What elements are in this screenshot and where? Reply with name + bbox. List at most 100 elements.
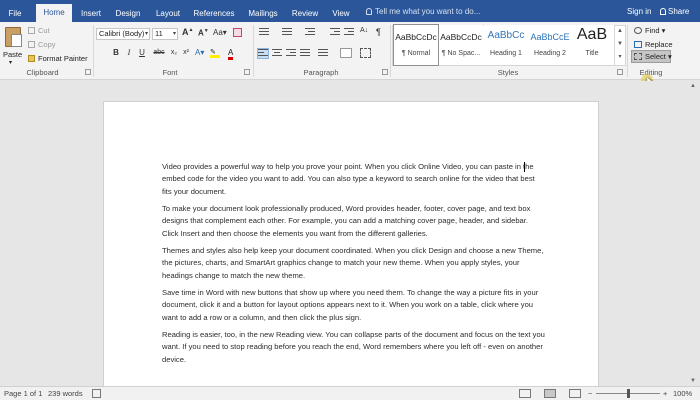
replace-label: Replace xyxy=(645,40,673,49)
paragraph-text: Themes and styles also help keep your do… xyxy=(162,246,544,280)
align-left-icon[interactable] xyxy=(257,48,269,59)
paragraph-text: Save time in Word with new buttons that … xyxy=(162,288,539,322)
clear-formatting-icon[interactable] xyxy=(233,28,242,37)
style-heading-1[interactable]: AaBbCc Heading 1 xyxy=(484,25,528,65)
gallery-more-icon[interactable]: ▾ xyxy=(615,51,625,64)
tell-me-box[interactable]: Tell me what you want to do... xyxy=(366,5,480,19)
tab-mailings[interactable]: Mailings xyxy=(244,5,282,22)
zoom-in-button[interactable]: + xyxy=(663,387,667,400)
paragraph-text: To make your document look professionall… xyxy=(162,204,531,238)
sign-in-link[interactable]: Sign in xyxy=(627,5,651,19)
share-button[interactable]: Share xyxy=(660,5,689,19)
style-name: Title xyxy=(585,50,599,57)
subscript-button[interactable]: x₂ xyxy=(168,47,180,59)
replace-button[interactable]: Replace xyxy=(634,39,673,50)
style-normal[interactable]: AaBbCcDc ¶ Normal xyxy=(393,24,439,66)
read-mode-icon[interactable] xyxy=(519,389,531,398)
style-sample: AaB xyxy=(576,26,608,43)
format-painter-label: Format Painter xyxy=(38,54,88,63)
sort-icon[interactable]: A↓ xyxy=(360,27,368,34)
bold-button[interactable]: B xyxy=(111,47,121,59)
style-sample: AaBbCcDc xyxy=(440,32,482,42)
find-button[interactable]: Find ▾ xyxy=(634,25,665,36)
styles-launcher-icon[interactable] xyxy=(617,69,623,75)
decrease-indent-icon[interactable] xyxy=(330,28,340,37)
shading-icon[interactable] xyxy=(340,48,352,58)
style-heading-2[interactable]: AaBbCcE Heading 2 xyxy=(528,25,572,65)
style-sample: AaBbCcE xyxy=(530,32,570,42)
word-count[interactable]: 239 words xyxy=(48,387,83,400)
line-spacing-icon[interactable] xyxy=(318,49,328,58)
font-launcher-icon[interactable] xyxy=(244,69,250,75)
increase-indent-icon[interactable] xyxy=(344,28,354,37)
lightbulb-icon xyxy=(366,8,372,15)
text-effects-icon[interactable]: A▾ xyxy=(195,48,204,57)
change-case-icon[interactable]: Aa▾ xyxy=(213,28,227,37)
align-right-icon[interactable] xyxy=(286,49,296,58)
group-divider xyxy=(93,25,94,77)
shrink-font-icon[interactable]: A▼ xyxy=(198,28,209,38)
web-layout-icon[interactable] xyxy=(569,389,581,398)
document-paragraph[interactable]: Reading is easier, too, in the new Readi… xyxy=(162,329,546,366)
document-paragraph[interactable]: Save time in Word with new buttons that … xyxy=(162,287,546,324)
bullets-icon[interactable] xyxy=(259,28,269,37)
copy-button[interactable]: Copy xyxy=(28,39,56,50)
proofing-icon[interactable] xyxy=(92,389,101,398)
zoom-slider-thumb[interactable] xyxy=(627,389,630,398)
tab-view[interactable]: View xyxy=(328,5,354,22)
font-size-combo[interactable]: 11 ▾ xyxy=(152,28,178,40)
styles-group-label: Styles xyxy=(497,68,519,77)
tab-review[interactable]: Review xyxy=(288,5,322,22)
style-no-spacing[interactable]: AaBbCcDc ¶ No Spac... xyxy=(439,25,483,65)
italic-button[interactable]: I xyxy=(124,47,134,59)
tab-layout[interactable]: Layout xyxy=(151,5,185,22)
zoom-level[interactable]: 100% xyxy=(673,387,692,400)
paragraph-launcher-icon[interactable] xyxy=(382,69,388,75)
multilevel-list-icon[interactable] xyxy=(305,28,315,37)
paintbrush-icon xyxy=(28,55,35,62)
font-color-icon[interactable]: A xyxy=(228,48,234,60)
group-divider xyxy=(390,25,391,77)
gallery-up-icon[interactable]: ▲ xyxy=(615,25,625,38)
tab-insert[interactable]: Insert xyxy=(76,5,106,22)
cut-button[interactable]: Cut xyxy=(28,25,50,36)
print-layout-icon[interactable] xyxy=(544,389,556,398)
paste-icon[interactable] xyxy=(5,27,22,47)
gallery-down-icon[interactable]: ▼ xyxy=(615,38,625,51)
numbering-icon[interactable] xyxy=(282,28,292,37)
clipboard-launcher-icon[interactable] xyxy=(85,69,91,75)
underline-button[interactable]: U xyxy=(137,47,147,59)
ribbon: Paste ▾ Cut Copy Format Painter Clipboar… xyxy=(0,22,700,100)
tab-design[interactable]: Design xyxy=(112,5,144,22)
show-formatting-button[interactable]: ¶ xyxy=(376,27,381,37)
copy-icon xyxy=(28,41,35,48)
tab-references[interactable]: References xyxy=(192,5,236,22)
cut-label: Cut xyxy=(38,26,50,35)
paragraph-text: Reading is easier, too, in the new Readi… xyxy=(162,330,545,364)
justify-icon[interactable] xyxy=(300,49,310,58)
grow-font-icon[interactable]: A▲ xyxy=(182,27,193,37)
document-paragraph[interactable]: Themes and styles also help keep your do… xyxy=(162,245,546,282)
zoom-out-button[interactable]: − xyxy=(588,387,592,400)
scroll-up-icon[interactable]: ▲ xyxy=(690,83,696,89)
document-page[interactable]: Video provides a powerful way to help yo… xyxy=(103,101,599,391)
document-paragraph[interactable]: Video provides a powerful way to help yo… xyxy=(162,161,546,198)
copy-label: Copy xyxy=(38,40,56,49)
scroll-down-icon[interactable]: ▼ xyxy=(690,378,696,384)
format-painter-button[interactable]: Format Painter xyxy=(28,53,88,64)
align-center-icon[interactable] xyxy=(272,49,282,58)
highlight-icon[interactable]: ✎ xyxy=(210,48,220,58)
strikethrough-button[interactable]: abc xyxy=(152,47,166,59)
vertical-scrollbar[interactable]: ▲ ▼ xyxy=(689,81,700,386)
paste-dropdown-icon[interactable]: ▾ xyxy=(9,59,12,66)
font-name-combo[interactable]: Calibri (Body) ▾ xyxy=(96,28,150,40)
document-paragraph[interactable]: To make your document look professionall… xyxy=(162,203,546,240)
superscript-button[interactable]: x² xyxy=(180,47,192,59)
paste-button[interactable]: Paste xyxy=(3,50,22,59)
page-count[interactable]: Page 1 of 1 xyxy=(4,387,42,400)
tab-home[interactable]: Home xyxy=(36,4,72,22)
tab-file[interactable]: File xyxy=(4,5,26,22)
style-title[interactable]: AaB Title xyxy=(570,25,614,65)
borders-icon[interactable] xyxy=(360,48,371,58)
font-size-value: 11 xyxy=(155,29,163,38)
